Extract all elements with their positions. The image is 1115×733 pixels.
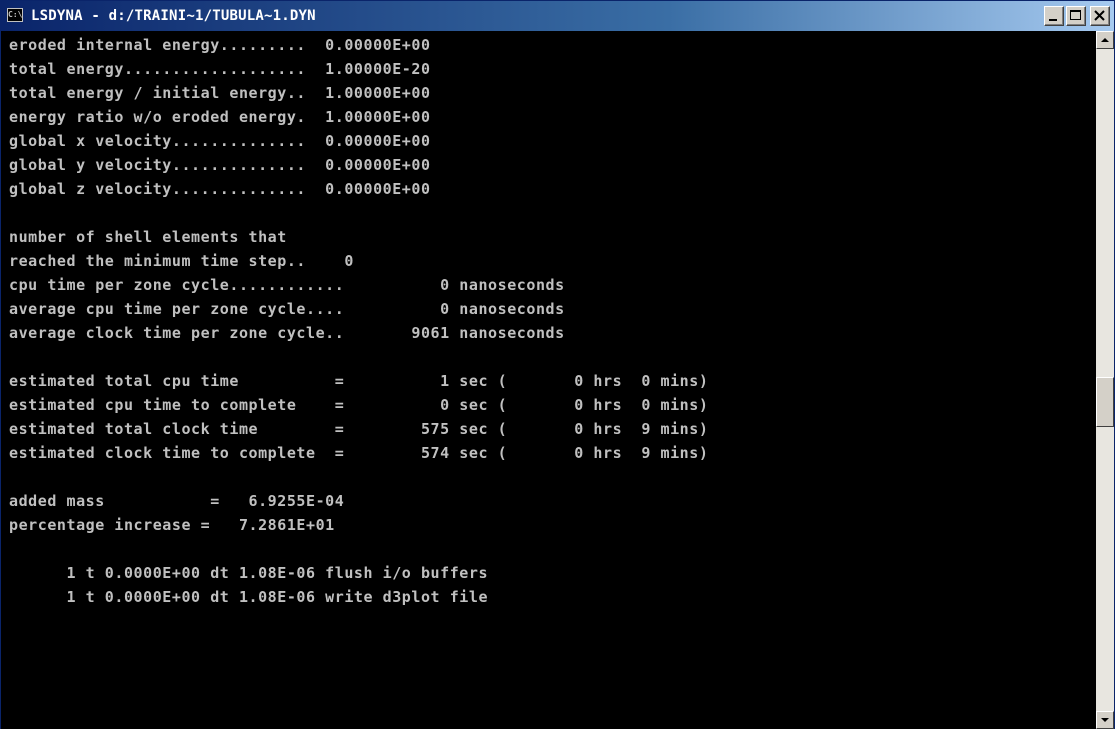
console-line: reached the minimum time step.. 0 bbox=[9, 252, 354, 270]
console-line: total energy / initial energy.. 1.00000E… bbox=[9, 84, 431, 102]
scroll-thumb[interactable] bbox=[1096, 377, 1114, 427]
console-output[interactable]: eroded internal energy......... 0.00000E… bbox=[1, 31, 1096, 729]
console-window: C:\ LSDYNA - d:/TRAINI~1/TUBULA~1.DYN er… bbox=[0, 0, 1115, 729]
console-line: added mass = 6.9255E-04 bbox=[9, 492, 345, 510]
console-line: number of shell elements that bbox=[9, 228, 287, 246]
arrow-down-icon bbox=[1101, 718, 1109, 722]
title-bar[interactable]: C:\ LSDYNA - d:/TRAINI~1/TUBULA~1.DYN bbox=[1, 1, 1114, 31]
console-line: estimated total cpu time = 1 sec ( 0 hrs… bbox=[9, 372, 709, 390]
console-line: total energy................... 1.00000E… bbox=[9, 60, 431, 78]
console-line: percentage increase = 7.2861E+01 bbox=[9, 516, 335, 534]
console-line: global y velocity.............. 0.00000E… bbox=[9, 156, 431, 174]
window-title: LSDYNA - d:/TRAINI~1/TUBULA~1.DYN bbox=[31, 8, 316, 24]
scroll-down-button[interactable] bbox=[1096, 711, 1114, 729]
vertical-scrollbar[interactable] bbox=[1096, 31, 1114, 729]
console-line: global z velocity.............. 0.00000E… bbox=[9, 180, 431, 198]
console-line: estimated cpu time to complete = 0 sec (… bbox=[9, 396, 709, 414]
minimize-button[interactable] bbox=[1044, 6, 1064, 26]
close-icon bbox=[1094, 10, 1105, 21]
maximize-icon bbox=[1070, 10, 1081, 20]
arrow-up-icon bbox=[1101, 38, 1109, 42]
console-line: estimated total clock time = 575 sec ( 0… bbox=[9, 420, 709, 438]
close-button[interactable] bbox=[1090, 6, 1110, 26]
minimize-icon bbox=[1049, 19, 1057, 21]
console-line: energy ratio w/o eroded energy. 1.00000E… bbox=[9, 108, 431, 126]
console-line: 1 t 0.0000E+00 dt 1.08E-06 flush i/o buf… bbox=[9, 564, 489, 582]
console-icon[interactable]: C:\ bbox=[7, 8, 23, 22]
console-line: 1 t 0.0000E+00 dt 1.08E-06 write d3plot … bbox=[9, 588, 489, 606]
console-line: average clock time per zone cycle.. 9061… bbox=[9, 324, 565, 342]
maximize-button[interactable] bbox=[1066, 6, 1086, 26]
console-line: average cpu time per zone cycle.... 0 na… bbox=[9, 300, 565, 318]
console-line: estimated clock time to complete = 574 s… bbox=[9, 444, 709, 462]
scroll-up-button[interactable] bbox=[1096, 31, 1114, 49]
console-line: eroded internal energy......... 0.00000E… bbox=[9, 36, 431, 54]
console-line: cpu time per zone cycle............ 0 na… bbox=[9, 276, 565, 294]
console-line: global x velocity.............. 0.00000E… bbox=[9, 132, 431, 150]
